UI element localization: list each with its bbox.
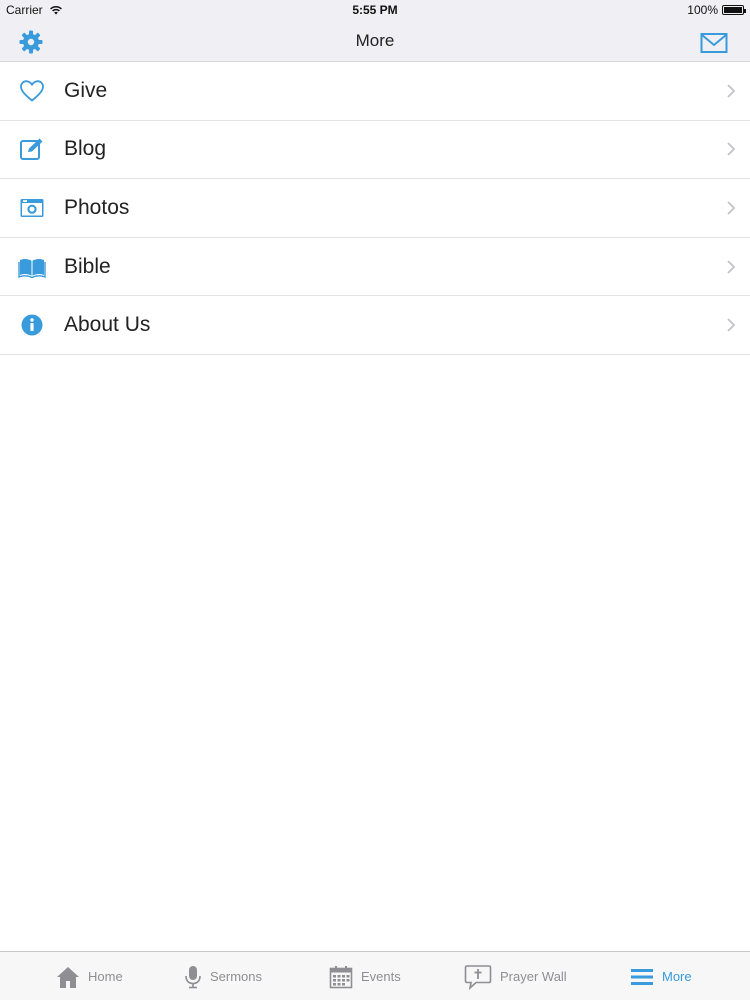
menu-item-photos[interactable]: Photos [0,179,750,238]
tab-sermons[interactable]: Sermons [184,952,262,1000]
page-title: More [355,31,395,50]
menu-item-about-us[interactable]: About Us [0,296,750,355]
tab-label: Sermons [210,969,263,984]
chevron-right-icon [727,318,736,332]
more-menu-list: Give Blog Photos Bible About Us [0,62,750,355]
home-icon [57,966,79,988]
menu-item-bible[interactable]: Bible [0,237,750,297]
tab-label: More [662,969,692,984]
tab-bar: Home Sermons Events Prayer Wall More [0,951,750,1000]
tab-events[interactable]: Events [329,952,401,1000]
menu-lines-icon [631,968,653,985]
chevron-right-icon [727,84,736,98]
tab-label: Home [88,969,123,984]
camera-icon [18,195,46,221]
menu-item-give[interactable]: Give [0,62,750,121]
tab-label: Events [361,969,401,984]
clock: 5:55 PM [352,3,398,17]
battery-status: 100% [687,3,746,17]
tab-more[interactable]: More [630,952,692,1000]
tab-prayer-wall[interactable]: Prayer Wall [464,952,567,1000]
battery-icon [722,5,746,15]
info-icon [18,312,46,338]
calendar-icon [329,965,353,988]
menu-item-label: Bible [64,254,111,278]
menu-item-label: Photos [64,195,130,219]
status-bar: Carrier 5:55 PM 100% [0,0,750,20]
chevron-right-icon [727,142,736,157]
tab-home[interactable]: Home [56,952,123,1000]
menu-item-label: Blog [64,137,107,161]
microphone-icon [185,965,201,988]
prayer-bubble-icon [464,964,492,990]
chevron-right-icon [727,201,736,215]
heart-icon [18,78,46,104]
book-icon [18,254,46,280]
battery-percent: 100% [687,3,718,17]
menu-item-label: Give [64,78,108,102]
menu-item-label: About Us [64,313,151,337]
navigation-bar: More [0,20,750,62]
edit-icon [18,136,46,162]
mail-icon[interactable] [700,32,728,54]
tab-label: Prayer Wall [500,969,567,984]
chevron-right-icon [727,259,736,274]
menu-item-blog[interactable]: Blog [0,120,750,180]
